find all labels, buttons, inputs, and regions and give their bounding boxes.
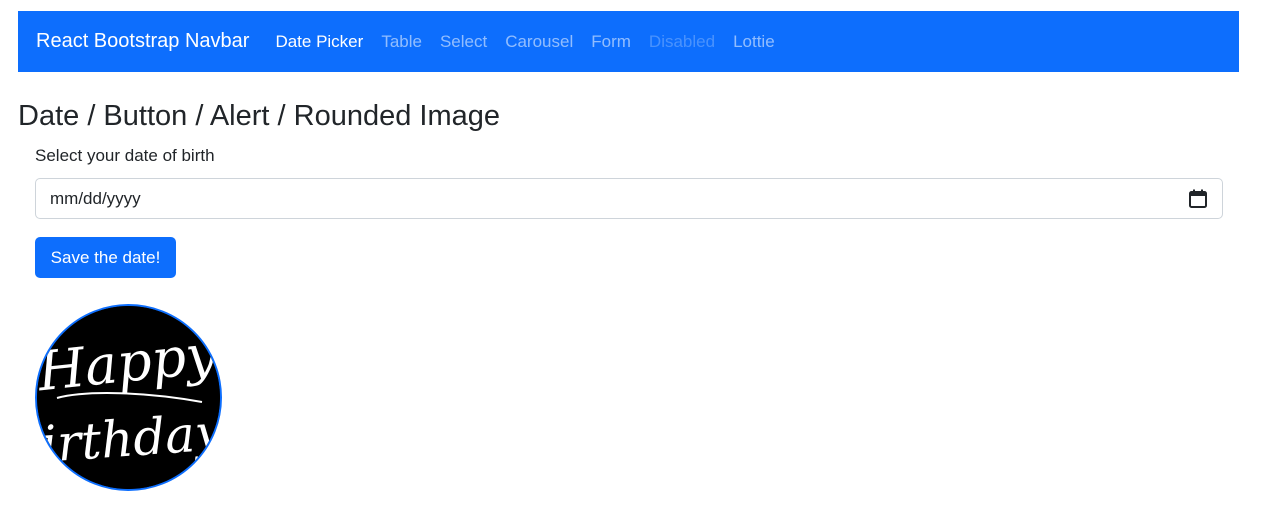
- nav-link-form[interactable]: Form: [591, 32, 631, 52]
- nav-link-carousel[interactable]: Carousel: [505, 32, 573, 52]
- birthday-rounded-image: Happy Birthday!: [35, 304, 222, 491]
- navbar-brand[interactable]: React Bootstrap Navbar: [36, 30, 249, 53]
- calendar-icon-glyph: [1189, 189, 1207, 208]
- nav-link-date-picker[interactable]: Date Picker: [275, 32, 363, 52]
- nav-link-select[interactable]: Select: [440, 32, 487, 52]
- nav-link-table[interactable]: Table: [381, 32, 422, 52]
- page-title: Date / Button / Alert / Rounded Image: [18, 100, 501, 132]
- date-of-birth-input[interactable]: mm/dd/yyyy: [35, 178, 1223, 219]
- nav-link-lottie[interactable]: Lottie: [733, 32, 775, 52]
- save-date-button[interactable]: Save the date!: [35, 237, 176, 278]
- navbar: React Bootstrap Navbar Date Picker Table…: [18, 11, 1239, 72]
- calendar-icon[interactable]: [1188, 189, 1208, 209]
- date-input-value[interactable]: mm/dd/yyyy: [50, 189, 1188, 209]
- date-of-birth-label: Select your date of birth: [35, 146, 215, 165]
- nav-link-disabled: Disabled: [648, 31, 716, 51]
- happy-birthday-lettering: Happy Birthday!: [37, 306, 220, 489]
